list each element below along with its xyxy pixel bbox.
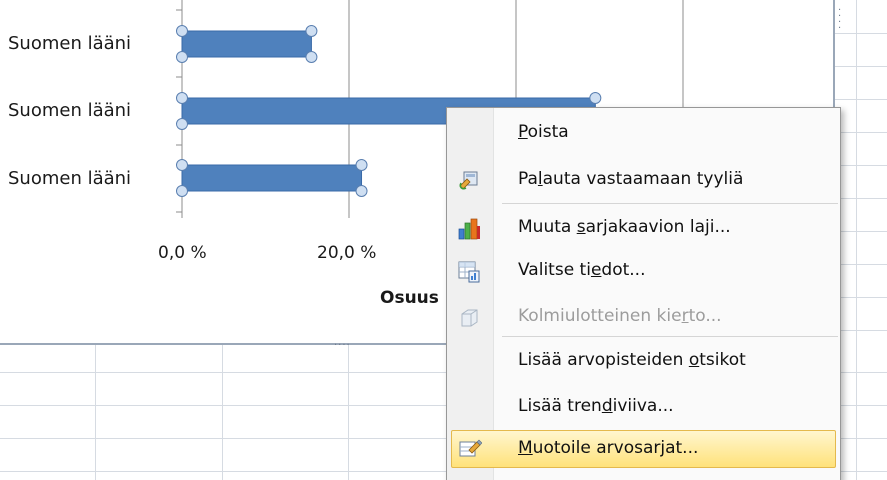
menu-item-label: Poista: [518, 122, 569, 142]
grid-line: [222, 345, 223, 480]
menu-item-change-chart-type[interactable]: Muuta sarjakaavion laji...: [447, 209, 840, 249]
selection-handle: [355, 185, 368, 197]
selection-handle: [355, 159, 368, 171]
selection-handle: [176, 159, 188, 171]
selection-handle: [176, 185, 188, 197]
context-menu: Poista Palauta vastaamaan tyyliä Muuta s…: [446, 107, 841, 480]
x-axis-title[interactable]: Osuus: [380, 288, 439, 308]
menu-item-format-series[interactable]: Muotoile arvosarjat...: [451, 430, 836, 468]
menu-item-label: Lisää trendiviiva...: [518, 396, 674, 416]
menu-item-add-data-labels[interactable]: Lisää arvopisteiden otsikot: [447, 342, 840, 382]
bar: [181, 30, 312, 58]
menu-item-label: Palauta vastaamaan tyyliä: [518, 169, 744, 189]
selection-handle: [589, 92, 602, 104]
menu-separator: [502, 336, 838, 337]
selection-handle: [305, 25, 318, 37]
menu-item-label: Lisää arvopisteiden otsikot: [518, 350, 746, 370]
menu-item-label: Kolmiulotteinen kierto...: [518, 306, 722, 326]
menu-item-delete[interactable]: Poista: [447, 114, 840, 154]
bar: [181, 164, 363, 192]
chart-type-icon: [458, 218, 480, 240]
resize-handle-bottom[interactable]: ····: [334, 341, 351, 351]
grid-line: [856, 0, 857, 480]
category-label: Suomen lääni: [8, 100, 132, 121]
reset-style-icon: [459, 171, 478, 190]
menu-item-label: Muuta sarjakaavion laji...: [518, 217, 731, 237]
grid-line: [348, 345, 349, 480]
menu-separator: [502, 203, 838, 204]
x-tick-label: 0,0 %: [158, 243, 207, 263]
selection-handle: [305, 51, 318, 63]
selection-handle: [176, 118, 188, 130]
category-label: Suomen lääni: [8, 33, 132, 54]
excel-window: Suomen lääni Suomen lääni Suomen lääni 0…: [0, 0, 887, 480]
x-tick-label: 20,0 %: [317, 243, 377, 263]
menu-item-label: Valitse tiedot...: [518, 260, 646, 280]
resize-handle-right[interactable]: · · · ·: [838, 6, 844, 34]
selection-handle: [176, 92, 188, 104]
menu-item-add-trendline[interactable]: Lisää trendiviiva...: [447, 388, 840, 428]
selection-handle: [176, 51, 188, 63]
grid-line: [95, 345, 96, 480]
menu-item-select-data[interactable]: Valitse tiedot...: [447, 252, 840, 292]
category-label: Suomen lääni: [8, 168, 132, 189]
3d-rotation-icon: [461, 309, 478, 327]
selection-handle: [176, 25, 188, 37]
menu-item-label: Muotoile arvosarjat...: [518, 438, 699, 458]
format-series-icon: [459, 439, 482, 457]
menu-item-3d-rotation[interactable]: Kolmiulotteinen kierto...: [447, 298, 840, 338]
select-data-icon: [458, 261, 480, 283]
menu-item-reset-style[interactable]: Palauta vastaamaan tyyliä: [447, 161, 840, 201]
